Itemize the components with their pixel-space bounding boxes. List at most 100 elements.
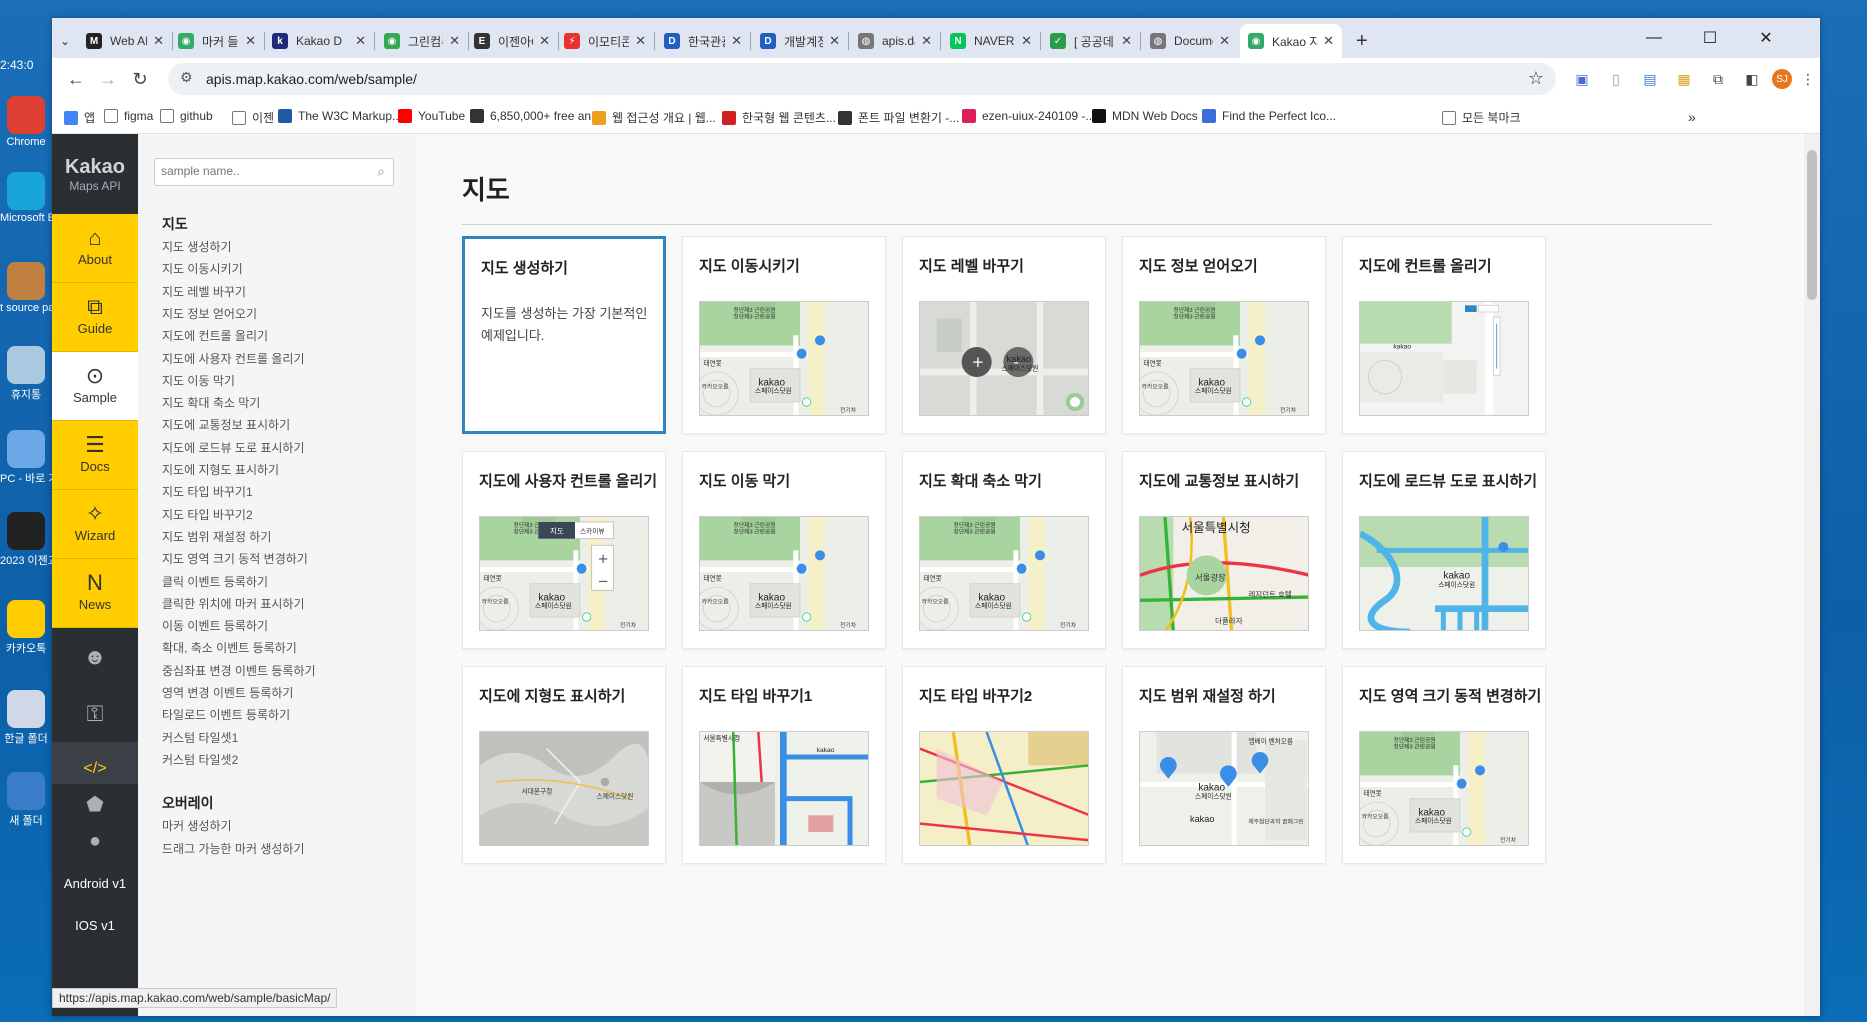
tab-close-icon[interactable]: ✕	[829, 33, 840, 49]
sidebar-link[interactable]: 지도에 로드뷰 도로 표시하기	[162, 439, 304, 456]
sample-card[interactable]: 지도 확대 축소 막기 청단제3 근린공원 청단제3 근린공원 kakao 스페이스닷원…	[902, 451, 1106, 649]
sidebar-link[interactable]: 커스텀 타일셋2	[162, 751, 238, 768]
scrollbar[interactable]	[1804, 134, 1820, 1016]
sidebar-link[interactable]: 지도 타입 바꾸기2	[162, 506, 253, 523]
sample-card[interactable]: 지도 영역 크기 동적 변경하기 청단제3 근린공원 청단제3 근린공원 kakao 스…	[1342, 666, 1546, 864]
sidebar-link[interactable]: 지도 이동시키기	[162, 260, 243, 277]
tab-close-icon[interactable]: ✕	[731, 33, 742, 49]
browser-tab[interactable]: ◉ Kakao 지 ✕	[1240, 24, 1342, 58]
more-bookmarks-chevron-icon[interactable]: »	[1688, 109, 1696, 125]
tab-close-icon[interactable]: ✕	[245, 33, 256, 49]
extension-icon[interactable]: ▤	[1640, 69, 1660, 89]
bookmark-item[interactable]: 웹 접근성 개요 | 웹...	[592, 109, 716, 126]
bookmark-item[interactable]: 이젠	[232, 109, 274, 126]
key-icon[interactable]: ⚿	[52, 685, 138, 742]
sample-card[interactable]: 지도에 지형도 표시하기 서대문구청 스페이스닷원	[462, 666, 666, 864]
reload-button[interactable]: ↻	[128, 67, 152, 91]
close-window-button[interactable]: ✕	[1738, 18, 1794, 58]
sample-card[interactable]: 지도 범위 재설정 하기 kakao 스페이스닷원 제주첨단과학 꿈에그린 엠베이 벤처…	[1122, 666, 1326, 864]
sidebar-link[interactable]: 지도 범위 재설정 하기	[162, 528, 271, 545]
nav-wizard[interactable]: ✧ Wizard	[52, 490, 138, 559]
search-icon[interactable]: ⌕	[377, 163, 385, 180]
sidebar-link[interactable]: 지도에 컨트롤 올리기	[162, 327, 268, 344]
sidebar-link[interactable]: 지도 타입 바꾸기1	[162, 483, 253, 500]
browser-tab[interactable]: ⚡ 이모티콘 ✕	[556, 24, 654, 58]
browser-tab[interactable]: ◉ 그린컴퓨 ✕	[376, 24, 468, 58]
browser-tab[interactable]: M Web API ✕	[78, 24, 172, 58]
sidebar-link[interactable]: 드래그 가능한 마커 생성하기	[162, 840, 304, 857]
sidebar-link[interactable]: 지도 영역 크기 동적 변경하기	[162, 550, 308, 567]
nav-about[interactable]: ⌂ About	[52, 214, 138, 283]
sidebar-link[interactable]: 지도에 지형도 표시하기	[162, 461, 279, 478]
browser-tab[interactable]: ✓ [ 공공데 ✕	[1042, 24, 1140, 58]
sidebar-link[interactable]: 지도 정보 얻어오기	[162, 305, 257, 322]
scrollbar-thumb[interactable]	[1807, 150, 1817, 300]
desktop-icon[interactable]: t source part2	[0, 262, 52, 314]
side-panel-icon[interactable]: ◧	[1742, 69, 1762, 89]
sidebar-link[interactable]: 지도에 사용자 컨트롤 올리기	[162, 350, 304, 367]
tab-close-icon[interactable]: ✕	[1021, 33, 1032, 49]
tab-close-icon[interactable]: ✕	[635, 33, 646, 49]
browser-tab[interactable]: ◍ apis.dat ✕	[850, 24, 940, 58]
nav-guide[interactable]: ⧉ Guide	[52, 283, 138, 352]
desktop-icon[interactable]: 휴지통	[0, 346, 52, 402]
sample-card[interactable]: 지도에 컨트롤 올리기 kakao	[1342, 236, 1546, 434]
sidebar-link[interactable]: 타일로드 이벤트 등록하기	[162, 706, 290, 723]
extension-icon[interactable]: ▣	[1572, 69, 1592, 89]
sample-card[interactable]: 지도 타입 바꾸기2	[902, 666, 1106, 864]
sample-card[interactable]: 지도에 교통정보 표시하기 서울특별시청 서울광장 레지던트 호텔 더플라자	[1122, 451, 1326, 649]
bookmark-item[interactable]: Find the Perfect Ico...	[1202, 109, 1336, 123]
bookmark-item[interactable]: YouTube	[398, 109, 465, 123]
bookmark-item[interactable]: 폰트 파일 변환기 -...	[838, 109, 959, 126]
sidebar-link[interactable]: 이동 이벤트 등록하기	[162, 617, 268, 634]
extension-icon[interactable]: ▦	[1674, 69, 1694, 89]
bookmark-item[interactable]: The W3C Markup...	[278, 109, 402, 123]
tab-close-icon[interactable]: ✕	[921, 33, 932, 49]
sample-card[interactable]: 지도 타입 바꾸기1 서울특별시청 kakao	[682, 666, 886, 864]
browser-tab[interactable]: E 이젠아C ✕	[466, 24, 558, 58]
maximize-button[interactable]: ☐	[1682, 18, 1738, 58]
sidebar-link[interactable]: 지도 생성하기	[162, 238, 232, 255]
nav-sample[interactable]: ⊙ Sample	[52, 352, 138, 421]
bookmark-item[interactable]: 한국형 웹 콘텐츠...	[722, 109, 836, 126]
sidebar-link[interactable]: 지도 확대 축소 막기	[162, 394, 260, 411]
platform-ios[interactable]: IOS v1	[52, 906, 138, 948]
browser-tab[interactable]: D 개발계정 ✕	[752, 24, 848, 58]
desktop-icon[interactable]: 한글 폴더	[0, 690, 52, 746]
forward-button[interactable]: →	[96, 67, 120, 91]
bookmark-star-icon[interactable]: ☆	[1528, 68, 1544, 89]
sample-card[interactable]: 지도 정보 얻어오기 청단제3 근린공원 청단제3 근린공원 kakao 스페이스닷원 태…	[1122, 236, 1326, 434]
code-icon[interactable]: </>	[52, 742, 138, 784]
tab-close-icon[interactable]: ✕	[1121, 33, 1132, 49]
profile-avatar[interactable]: SJ	[1772, 69, 1792, 89]
browser-tab[interactable]: ◉ 마커 들 ✕	[170, 24, 264, 58]
tab-close-icon[interactable]: ✕	[1323, 33, 1334, 49]
desktop-icon[interactable]: 2023 이젠교육	[0, 512, 52, 568]
tab-close-icon[interactable]: ✕	[539, 33, 550, 49]
site-info-icon[interactable]: ⚙	[180, 69, 193, 86]
sample-card[interactable]: 지도에 사용자 컨트롤 올리기 청단제3 근린공원 청단제3 근린공원 kakao 스페…	[462, 451, 666, 649]
tab-close-icon[interactable]: ✕	[153, 33, 164, 49]
nav-news[interactable]: N News	[52, 559, 138, 628]
sidebar-link[interactable]: 지도 레벨 바꾸기	[162, 283, 246, 300]
sample-search-input[interactable]	[161, 164, 361, 178]
sidebar-link[interactable]: 커스텀 타일셋1	[162, 729, 238, 746]
sidebar-link[interactable]: 클릭 이벤트 등록하기	[162, 573, 268, 590]
sample-card[interactable]: 지도 이동시키기 청단제3 근린공원 청단제3 근린공원 kakao 스페이스닷원 태연못…	[682, 236, 886, 434]
desktop-icon[interactable]: Chrome	[0, 96, 52, 148]
back-button[interactable]: ←	[64, 67, 88, 91]
bookmark-item[interactable]: ezen-uiux-240109 -...	[962, 109, 1095, 123]
tab-close-icon[interactable]: ✕	[355, 33, 366, 49]
bookmark-item[interactable]: 앱	[64, 109, 95, 126]
omnibox[interactable]: ⚙ apis.map.kakao.com/web/sample/ ☆	[168, 63, 1556, 95]
sidebar-link[interactable]: 확대, 축소 이벤트 등록하기	[162, 639, 297, 656]
sample-card[interactable]: 지도 이동 막기 청단제3 근린공원 청단제3 근린공원 kakao 스페이스닷원 태연못…	[682, 451, 886, 649]
bookmark-item[interactable]: github	[160, 109, 213, 123]
user-help-icon[interactable]: ☻	[52, 628, 138, 685]
browser-tab[interactable]: N NAVER ✕	[942, 24, 1040, 58]
bookmark-item[interactable]: 모든 북마크	[1442, 109, 1521, 126]
sample-card[interactable]: 지도 생성하기 지도를 생성하는 가장 기본적인 예제입니다.	[462, 236, 666, 434]
desktop-icon[interactable]: 새 폴더	[0, 772, 52, 828]
nav-docs[interactable]: ☰ Docs	[52, 421, 138, 490]
android-icon[interactable]: ⬟	[52, 784, 138, 824]
